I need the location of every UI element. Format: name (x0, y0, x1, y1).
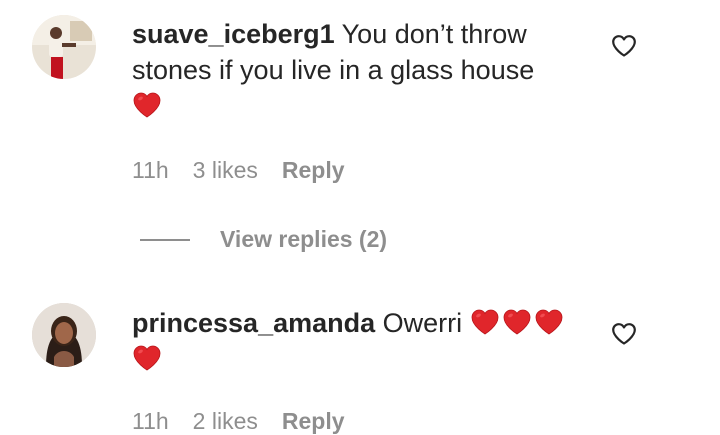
comment-username[interactable]: princessa_amanda (132, 308, 375, 338)
avatar[interactable] (32, 15, 96, 79)
red-heart-emoji (132, 91, 162, 119)
comment-body: suave_iceberg1 You don’t throw stones if… (132, 16, 572, 124)
comment-meta: 11h 3 likes Reply (132, 157, 345, 184)
heart-outline-icon[interactable] (611, 34, 637, 58)
red-heart-emoji (534, 308, 564, 336)
comment-username[interactable]: suave_iceberg1 (132, 19, 335, 49)
divider-line (140, 238, 190, 241)
comment-time: 11h (132, 408, 169, 434)
comment-likes[interactable]: 3 likes (193, 157, 258, 184)
view-replies-label[interactable]: View replies (2) (220, 226, 387, 253)
red-heart-emoji (132, 344, 162, 372)
red-heart-emoji (502, 308, 532, 336)
heart-outline-icon[interactable] (611, 322, 637, 346)
view-replies-button[interactable]: View replies (2) (140, 226, 387, 253)
comment-time: 11h (132, 157, 169, 183)
reply-button[interactable]: Reply (282, 157, 345, 184)
comment-text: Owerri (382, 308, 463, 338)
avatar[interactable] (32, 303, 96, 367)
red-heart-emoji (470, 308, 500, 336)
reply-button[interactable]: Reply (282, 408, 345, 435)
comment-body: princessa_amanda Owerri (132, 305, 572, 377)
comment-likes[interactable]: 2 likes (193, 408, 258, 435)
comment-meta: 11h 2 likes Reply (132, 408, 345, 435)
